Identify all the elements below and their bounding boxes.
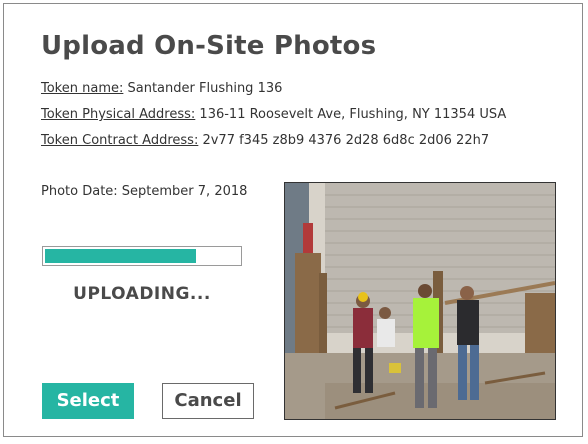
token-name-value: Santander Flushing 136: [123, 81, 283, 96]
upload-dialog: Upload On-Site Photos Token name: Santan…: [3, 3, 583, 437]
token-physical-address-label: Token Physical Address:: [41, 107, 196, 122]
upload-progress-fill: [45, 249, 197, 263]
site-photo: [284, 182, 556, 420]
upload-status-text: UPLOADING...: [73, 284, 211, 304]
token-name-label: Token name:: [41, 81, 124, 96]
dialog-title: Upload On-Site Photos: [41, 31, 377, 61]
token-physical-address-row: Token Physical Address: 136-11 Roosevelt…: [41, 107, 506, 122]
token-contract-address-row: Token Contract Address: 2v77 f345 z8b9 4…: [41, 133, 489, 148]
select-button[interactable]: Select: [42, 383, 134, 419]
upload-progress-bar: [42, 246, 242, 266]
token-name-row: Token name: Santander Flushing 136: [41, 81, 282, 96]
token-contract-address-label: Token Contract Address:: [41, 133, 199, 148]
construction-site-photo-image: [285, 183, 555, 419]
cancel-button[interactable]: Cancel: [162, 383, 254, 419]
token-physical-address-value: 136-11 Roosevelt Ave, Flushing, NY 11354…: [195, 107, 507, 122]
photo-date: Photo Date: September 7, 2018: [41, 184, 248, 199]
token-contract-address-value: 2v77 f345 z8b9 4376 2d28 6d8c 2d06 22h7: [198, 133, 490, 148]
